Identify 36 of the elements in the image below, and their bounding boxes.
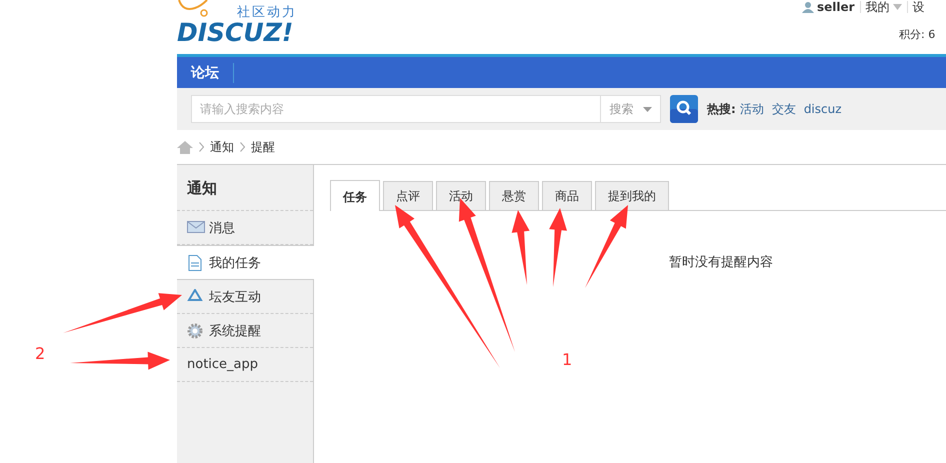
tab[interactable]: 商品 <box>542 181 592 210</box>
hot-search-link[interactable]: 活动 <box>740 100 764 118</box>
sidebar-item[interactable]: notice_app <box>177 348 313 382</box>
hot-search-label: 热搜: <box>707 100 736 118</box>
user-icon <box>802 1 814 13</box>
search-icon <box>670 95 698 123</box>
settings-link[interactable]: 设 <box>912 0 925 16</box>
chevron-icon <box>199 142 204 152</box>
caret-icon <box>892 4 902 10</box>
tab[interactable]: 点评 <box>383 181 433 210</box>
tab[interactable]: 悬赏 <box>489 181 539 210</box>
sidebar-item[interactable]: 我的任务 <box>177 245 314 280</box>
mail-icon <box>187 220 205 236</box>
tab[interactable]: 任务 <box>330 180 380 211</box>
empty-message: 暂时没有提醒内容 <box>668 254 774 271</box>
annotation-number: 2 <box>35 344 46 364</box>
logo-text: DISCUZ! <box>177 20 294 45</box>
search-field[interactable]: 请输入搜索内容 <box>191 95 601 123</box>
breadcrumb-link[interactable]: 通知 <box>210 138 234 156</box>
home-icon <box>177 140 193 154</box>
nav-item[interactable]: 论坛 <box>177 62 234 82</box>
chevron-icon <box>240 142 245 152</box>
logo-tagline: 社区动力 <box>237 4 297 21</box>
hot-search-link[interactable]: 交友 <box>772 100 796 118</box>
breadcrumb-link[interactable]: 提醒 <box>251 138 275 156</box>
my-menu[interactable]: 我的 <box>866 0 890 16</box>
gear-icon <box>187 322 205 338</box>
sidebar-item[interactable]: 系统提醒 <box>177 314 313 348</box>
sidebar-title: 通知 <box>177 165 313 211</box>
annotation-number: 1 <box>562 350 572 370</box>
tab[interactable]: 提到我的 <box>595 181 669 210</box>
caret-icon <box>642 106 652 112</box>
tab[interactable]: 活动 <box>436 181 486 210</box>
hot-search-link[interactable]: discuz <box>804 102 842 116</box>
user-link[interactable]: seller <box>817 0 855 14</box>
points-text: 积分: 6 <box>899 27 936 42</box>
